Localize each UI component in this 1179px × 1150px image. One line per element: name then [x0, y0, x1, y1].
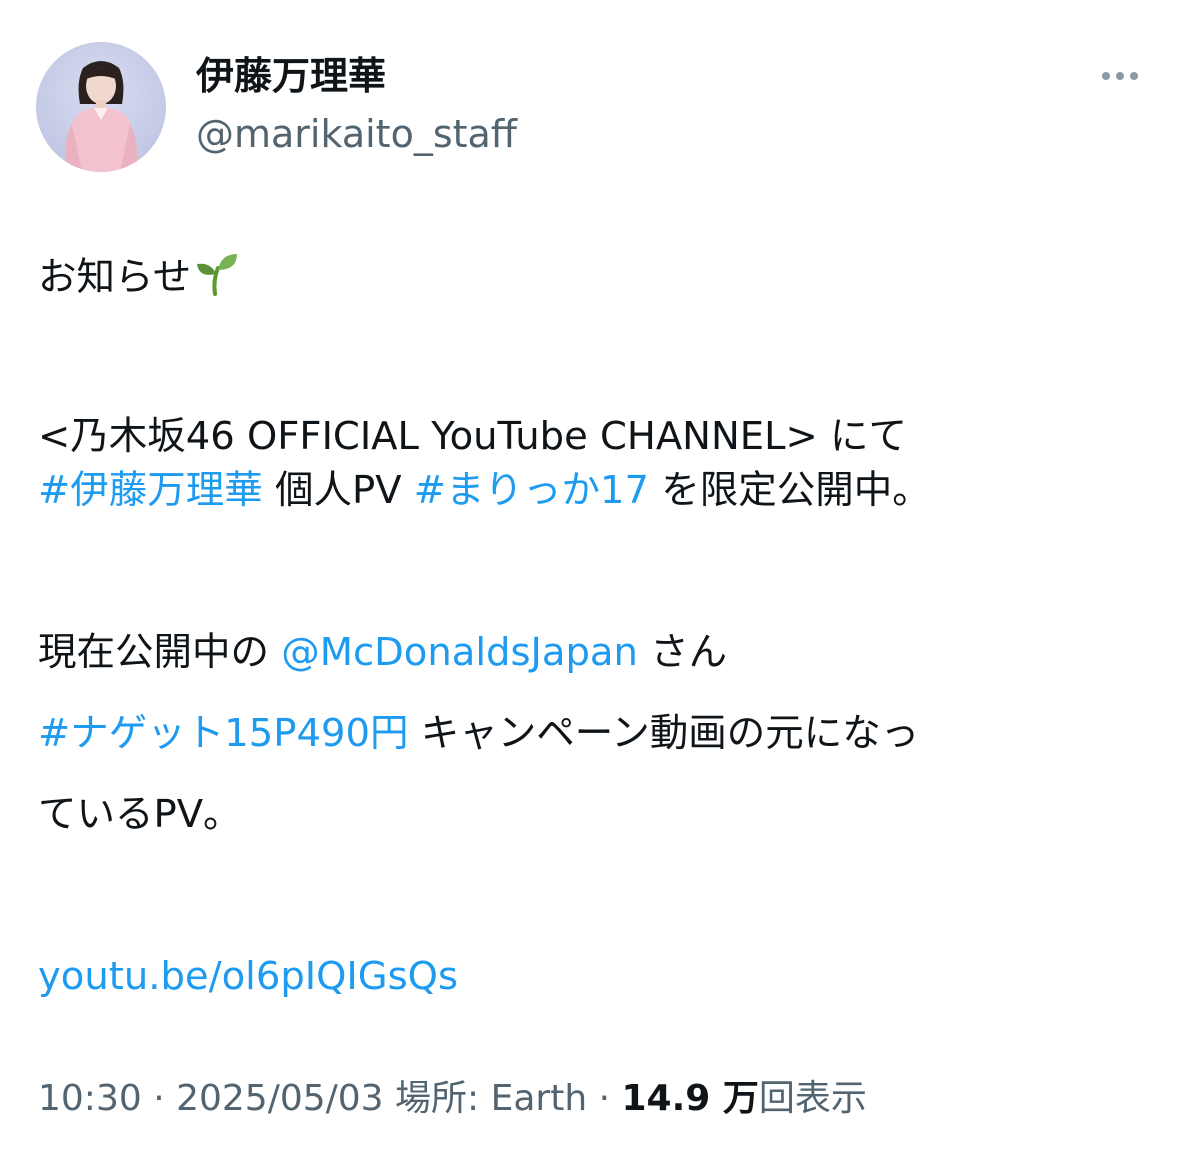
url-link[interactable]: youtu.be/ol6pIQIGsQs	[38, 954, 458, 999]
tweet-time[interactable]: 10:30	[38, 1078, 142, 1119]
tweet-line-1: お知らせ	[38, 248, 1148, 302]
tweet-line-6: ているPV。	[38, 792, 242, 837]
tweet-date[interactable]: 2025/05/03	[176, 1078, 384, 1119]
view-count[interactable]: 14.9 万	[622, 1078, 759, 1119]
tweet-meta: 10:30 · 2025/05/03 場所: Earth · 14.9 万回表示	[38, 1074, 867, 1124]
seedling-emoji	[197, 254, 238, 296]
announcement-text: お知らせ	[38, 255, 192, 300]
tweet-location: 場所: Earth	[383, 1078, 588, 1119]
hashtag-link[interactable]: #ナゲット15P490円	[38, 711, 408, 756]
user-handle[interactable]: @marikaito_staff	[196, 110, 517, 158]
tweet-text-segment: 個人PV	[262, 468, 414, 513]
more-options-button[interactable]	[1098, 64, 1142, 88]
view-label: 回表示	[758, 1078, 867, 1119]
tweet-line-5: #ナゲット15P490円 キャンペーン動画の元になっ	[38, 707, 1148, 761]
separator: ·	[141, 1078, 177, 1119]
mention-link[interactable]: @McDonaldsJapan	[281, 630, 638, 675]
tweet-line-3: #伊藤万理華 個人PV #まりっか17 を限定公開中。	[38, 464, 1148, 518]
tweet-text-segment: 現在公開中の	[38, 630, 282, 675]
tweet-text-segment: さん	[637, 630, 728, 675]
avatar[interactable]	[36, 42, 166, 172]
display-name[interactable]: 伊藤万理華	[196, 52, 517, 100]
separator: ·	[587, 1078, 622, 1119]
tweet-text-segment: を限定公開中。	[649, 468, 931, 513]
avatar-image	[64, 61, 138, 172]
tweet-text: お知らせ <乃木坂46 OFFICIAL YouTube CHANNEL> にて…	[38, 248, 1148, 1004]
hashtag-link[interactable]: #まりっか17	[414, 468, 649, 513]
hashtag-link[interactable]: #伊藤万理華	[38, 468, 263, 513]
tweet-line-link: youtu.be/ol6pIQIGsQs	[38, 950, 1148, 1004]
more-horizontal-icon	[1102, 72, 1138, 80]
tweet-card: 伊藤万理華 @marikaito_staff お知らせ <乃木坂46 OFFIC…	[0, 0, 1179, 1150]
tweet-text-segment: キャンペーン動画の元になっ	[408, 711, 920, 756]
user-names: 伊藤万理華 @marikaito_staff	[196, 52, 517, 158]
tweet-header: 伊藤万理華 @marikaito_staff	[36, 40, 1146, 172]
tweet-line-2: <乃木坂46 OFFICIAL YouTube CHANNEL> にて	[38, 414, 908, 459]
tweet-line-4: 現在公開中の @McDonaldsJapan さん	[38, 626, 1148, 680]
